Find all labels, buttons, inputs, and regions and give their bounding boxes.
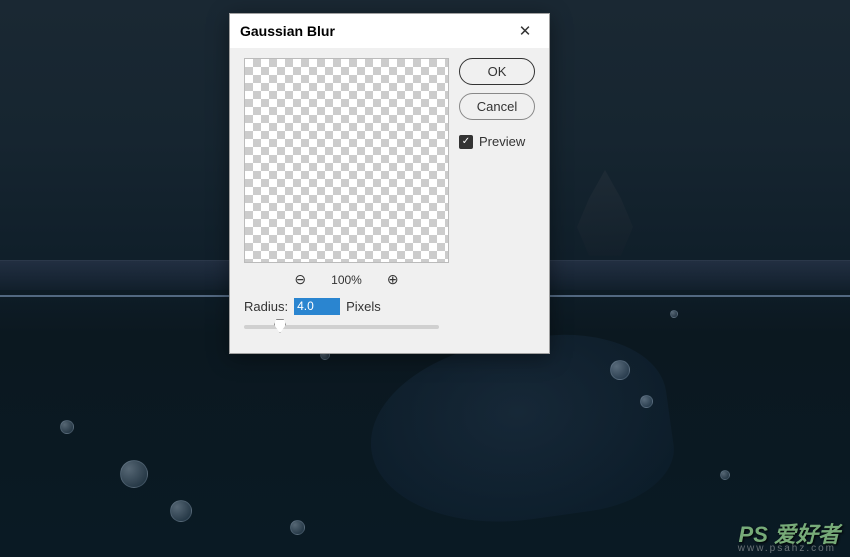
radius-row: Radius: Pixels bbox=[244, 298, 449, 315]
preview-checkbox-row[interactable]: ✓ Preview bbox=[459, 134, 535, 149]
dialog-body: ⊖ 100% ⊕ Radius: Pixels OK Cancel ✓ Prev… bbox=[230, 48, 549, 339]
zoom-out-icon[interactable]: ⊖ bbox=[294, 271, 306, 288]
bubble bbox=[290, 520, 305, 535]
bubble bbox=[170, 500, 192, 522]
ok-button[interactable]: OK bbox=[459, 58, 535, 85]
dialog-title: Gaussian Blur bbox=[240, 23, 335, 39]
bubble bbox=[610, 360, 630, 380]
zoom-level-label: 100% bbox=[331, 273, 362, 287]
close-button[interactable]: ✕ bbox=[511, 20, 539, 42]
check-icon[interactable]: ✓ bbox=[459, 135, 473, 149]
bubble bbox=[60, 420, 74, 434]
radius-slider-thumb[interactable] bbox=[274, 319, 286, 333]
ship-silhouette bbox=[565, 170, 645, 265]
bubble bbox=[720, 470, 730, 480]
zoom-in-icon[interactable]: ⊕ bbox=[387, 271, 399, 288]
bubble bbox=[120, 460, 148, 488]
dialog-left-column: ⊖ 100% ⊕ Radius: Pixels bbox=[244, 58, 449, 329]
radius-label: Radius: bbox=[244, 299, 288, 314]
radius-slider[interactable] bbox=[244, 325, 439, 329]
cancel-button[interactable]: Cancel bbox=[459, 93, 535, 120]
bubble bbox=[670, 310, 678, 318]
radius-units: Pixels bbox=[346, 299, 381, 314]
zoom-controls: ⊖ 100% ⊕ bbox=[244, 263, 449, 296]
dialog-titlebar[interactable]: Gaussian Blur ✕ bbox=[230, 14, 549, 48]
dialog-right-column: OK Cancel ✓ Preview bbox=[459, 58, 535, 329]
preview-canvas[interactable] bbox=[244, 58, 449, 263]
gaussian-blur-dialog: Gaussian Blur ✕ ⊖ 100% ⊕ Radius: Pixels … bbox=[229, 13, 550, 354]
bubble bbox=[640, 395, 653, 408]
preview-checkbox-label: Preview bbox=[479, 134, 525, 149]
page-watermark-url: www.psahz.com bbox=[738, 543, 836, 554]
radius-input[interactable] bbox=[294, 298, 340, 315]
